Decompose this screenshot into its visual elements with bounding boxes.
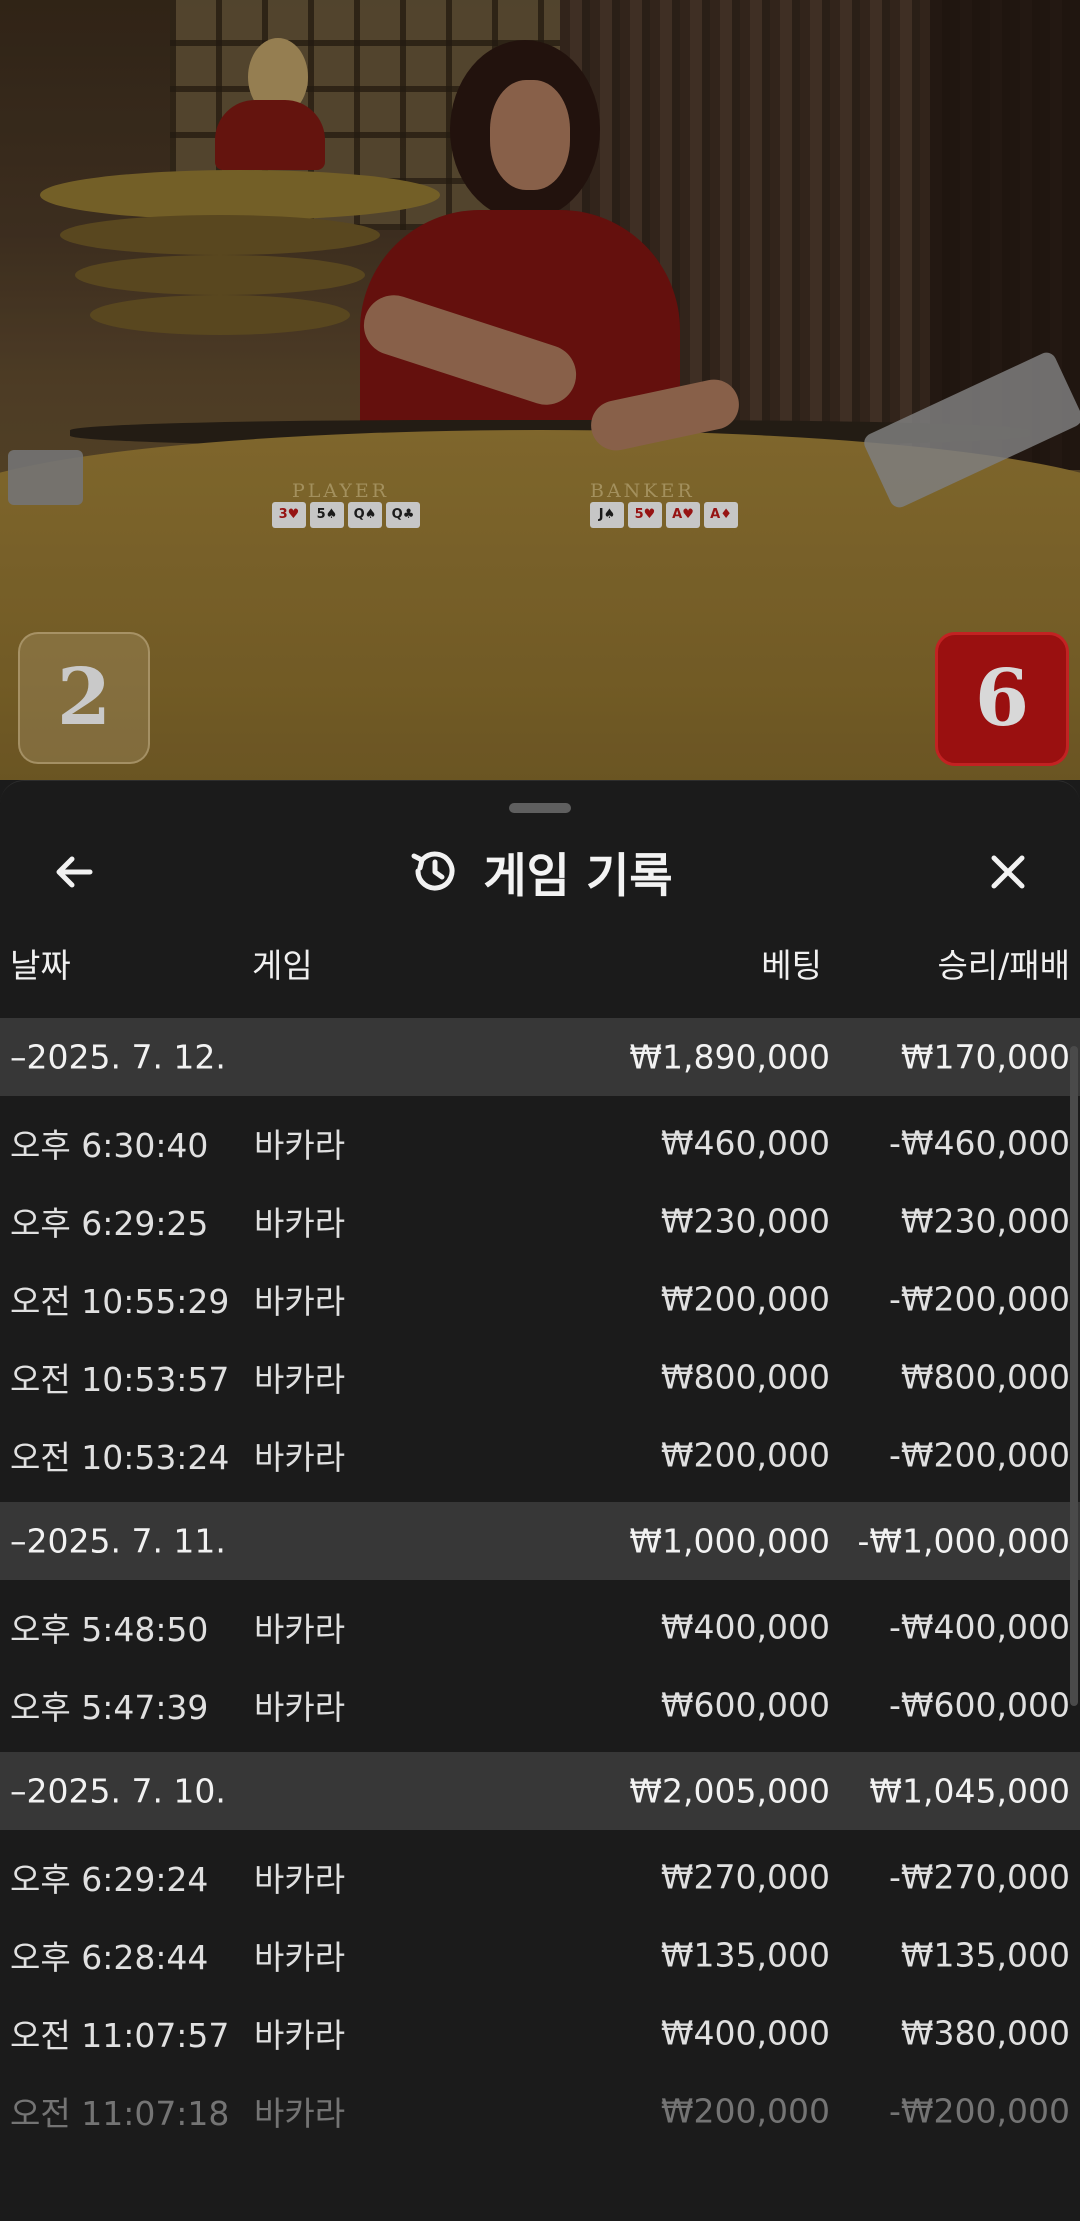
- row-win-loss: -₩600,000: [888, 1685, 1070, 1725]
- date-group-header[interactable]: –2025. 7. 11. ₩1,000,000 -₩1,000,000: [0, 1502, 1080, 1580]
- row-bet: ₩460,000: [660, 1123, 830, 1163]
- row-bet: ₩400,000: [660, 1607, 830, 1647]
- group-win-loss-total: -₩1,000,000: [857, 1521, 1071, 1561]
- history-list[interactable]: –2025. 7. 12. ₩1,890,000 ₩170,000 오후 6:30:4…: [0, 1018, 1080, 2158]
- history-row[interactable]: 오후 6:28:44 바카라 ₩135,000 ₩135,000: [0, 1916, 1080, 1994]
- row-win-loss: -₩460,000: [888, 1123, 1070, 1163]
- column-header-bet: 베팅: [761, 946, 822, 985]
- sheet-header: 게임 기록: [0, 826, 1080, 916]
- row-time: 오후 6:28:44: [10, 1938, 209, 1977]
- history-row[interactable]: 오후 6:29:25 바카라 ₩230,000 ₩230,000: [0, 1182, 1080, 1260]
- history-row[interactable]: 오전 11:07:57 바카라 ₩400,000 ₩380,000: [0, 1994, 1080, 2072]
- history-row[interactable]: 오전 11:07:18 바카라 ₩200,000 -₩200,000: [0, 2072, 1080, 2150]
- row-game: 바카라: [254, 1688, 346, 1727]
- sheet-title-text: 게임 기록: [483, 848, 673, 904]
- row-time: 오후 5:48:50: [10, 1610, 209, 1649]
- row-time: 오전 10:53:24: [10, 1438, 230, 1477]
- row-game: 바카라: [254, 2016, 346, 2055]
- history-row[interactable]: 오후 5:48:50 바카라 ₩400,000 -₩400,000: [0, 1588, 1080, 1666]
- row-bet: ₩200,000: [660, 1435, 830, 1475]
- group-date: –2025. 7. 10.: [10, 1771, 226, 1811]
- row-bet: ₩230,000: [660, 1201, 830, 1241]
- row-win-loss: -₩200,000: [888, 1279, 1070, 1319]
- history-row[interactable]: 오전 10:53:57 바카라 ₩800,000 ₩800,000: [0, 1338, 1080, 1416]
- row-bet: ₩200,000: [660, 1279, 830, 1319]
- row-game: 바카라: [254, 1610, 346, 1649]
- row-bet: ₩600,000: [660, 1685, 830, 1725]
- row-game: 바카라: [254, 1126, 346, 1165]
- history-row[interactable]: 오후 6:29:24 바카라 ₩270,000 -₩270,000: [0, 1838, 1080, 1916]
- live-video-feed: PLAYER BANKER 3♥ 5♠ Q♠ Q♣ J♠ 5♥ A♥ A♦ 2 6: [0, 0, 1080, 780]
- group-bet-total: ₩1,000,000: [629, 1521, 830, 1561]
- video-dim-overlay: [0, 0, 1080, 780]
- sheet-title: 게임 기록: [0, 836, 1080, 906]
- row-time: 오후 6:29:25: [10, 1204, 209, 1243]
- row-bet: ₩200,000: [660, 2091, 830, 2131]
- row-time: 오전 10:53:57: [10, 1360, 230, 1399]
- column-header-date: 날짜: [10, 946, 71, 985]
- game-history-sheet: 게임 기록 날짜 게임 베팅 승리/패배 –2025. 7. 12. ₩1,890…: [0, 780, 1080, 2221]
- row-win-loss: -₩200,000: [888, 1435, 1070, 1475]
- column-headers: 날짜 게임 베팅 승리/패배: [0, 931, 1080, 991]
- row-bet: ₩270,000: [660, 1857, 830, 1897]
- row-time: 오후 6:29:24: [10, 1860, 209, 1899]
- row-game: 바카라: [254, 1938, 346, 1977]
- row-win-loss: ₩135,000: [900, 1935, 1070, 1975]
- close-button[interactable]: [972, 842, 1044, 902]
- row-time: 오후 6:30:40: [10, 1126, 209, 1165]
- player-score: 2: [18, 632, 150, 764]
- close-icon: [991, 855, 1025, 889]
- banker-score: 6: [935, 632, 1069, 766]
- row-game: 바카라: [254, 1438, 346, 1477]
- group-date: –2025. 7. 12.: [10, 1037, 226, 1077]
- column-header-game: 게임: [252, 946, 313, 985]
- history-row[interactable]: 오후 6:30:40 바카라 ₩460,000 -₩460,000: [0, 1104, 1080, 1182]
- row-game: 바카라: [254, 1204, 346, 1243]
- row-game: 바카라: [254, 1860, 346, 1899]
- row-time: 오전 11:07:18: [10, 2094, 230, 2133]
- group-win-loss-total: ₩170,000: [900, 1037, 1070, 1077]
- group-date: –2025. 7. 11.: [10, 1521, 226, 1561]
- row-bet: ₩135,000: [660, 1935, 830, 1975]
- row-win-loss: ₩800,000: [900, 1357, 1070, 1397]
- group-bet-total: ₩1,890,000: [629, 1037, 830, 1077]
- row-win-loss: -₩200,000: [888, 2091, 1070, 2131]
- history-icon: [411, 851, 455, 891]
- history-row[interactable]: 오후 5:47:39 바카라 ₩600,000 -₩600,000: [0, 1666, 1080, 1744]
- history-row[interactable]: 오전 10:53:24 바카라 ₩200,000 -₩200,000: [0, 1416, 1080, 1494]
- row-game: 바카라: [254, 1282, 346, 1321]
- row-time: 오전 10:55:29: [10, 1282, 230, 1321]
- row-game: 바카라: [254, 1360, 346, 1399]
- row-win-loss: ₩380,000: [900, 2013, 1070, 2053]
- row-bet: ₩400,000: [660, 2013, 830, 2053]
- row-win-loss: -₩400,000: [888, 1607, 1070, 1647]
- date-group-header[interactable]: –2025. 7. 10. ₩2,005,000 ₩1,045,000: [0, 1752, 1080, 1830]
- row-bet: ₩800,000: [660, 1357, 830, 1397]
- sheet-drag-handle[interactable]: [509, 803, 571, 813]
- row-win-loss: ₩230,000: [900, 1201, 1070, 1241]
- group-win-loss-total: ₩1,045,000: [869, 1771, 1070, 1811]
- row-time: 오전 11:07:57: [10, 2016, 230, 2055]
- history-row[interactable]: 오전 10:55:29 바카라 ₩200,000 -₩200,000: [0, 1260, 1080, 1338]
- row-game: 바카라: [254, 2094, 346, 2133]
- row-time: 오후 5:47:39: [10, 1688, 209, 1727]
- group-bet-total: ₩2,005,000: [629, 1771, 830, 1811]
- column-header-win-loss: 승리/패배: [937, 946, 1070, 985]
- date-group-header[interactable]: –2025. 7. 12. ₩1,890,000 ₩170,000: [0, 1018, 1080, 1096]
- row-win-loss: -₩270,000: [888, 1857, 1070, 1897]
- scrollbar[interactable]: [1070, 1046, 1078, 1706]
